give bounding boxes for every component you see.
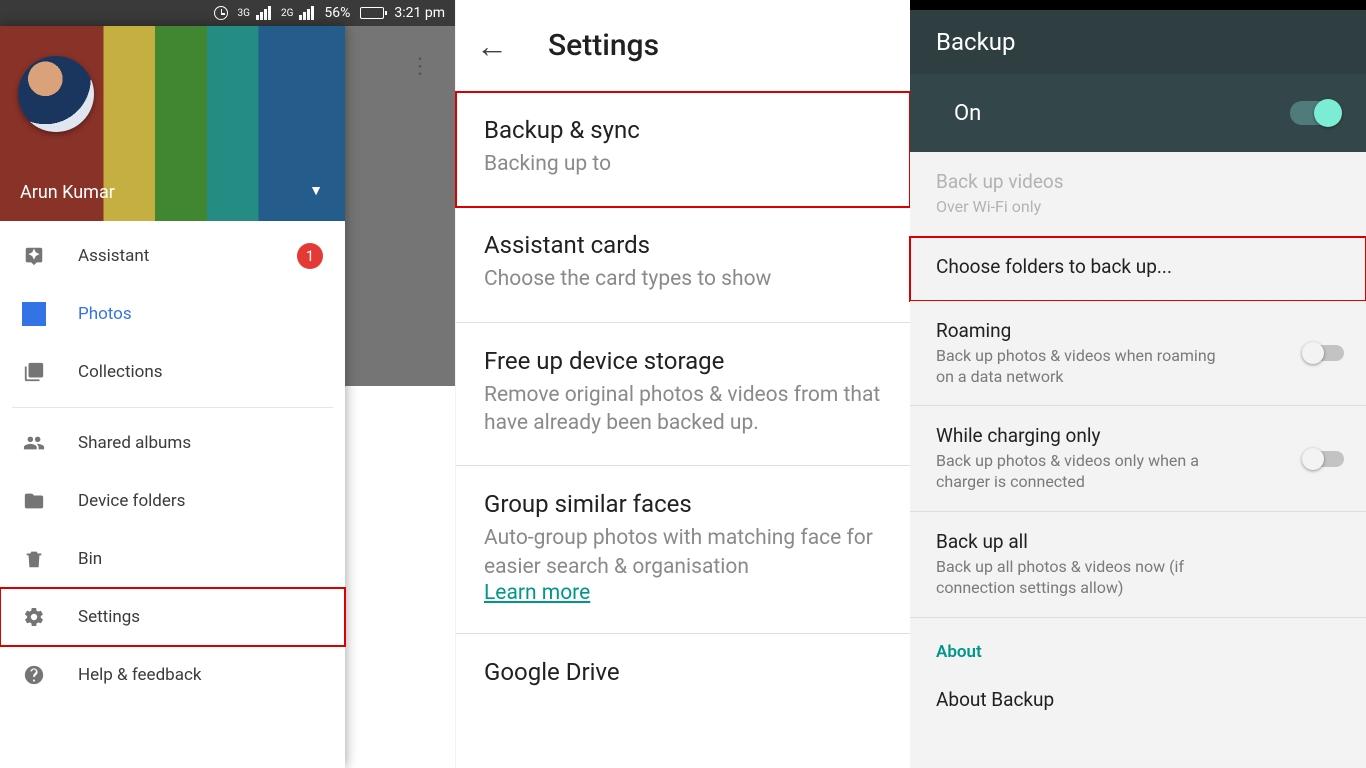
android-status-bar: 3G 2G 56% 3:21 pm [0,0,455,26]
nav-label: Shared albums [78,433,191,453]
nav-item-device-folders[interactable]: Device folders [0,472,345,530]
item-title: While charging only [936,424,1340,447]
battery-icon [360,7,384,19]
folder-icon [22,489,46,513]
switch-off[interactable] [1304,345,1344,361]
backup-item-choose-folders[interactable]: Choose folders to back up... [910,237,1366,301]
settings-item-title: Google Drive [484,658,882,686]
nav-item-collections[interactable]: Collections [0,343,345,401]
backup-about-section: About [910,618,1366,670]
settings-item-title: Backup & sync [484,116,882,144]
overflow-menu-icon[interactable]: ⋮ [409,54,431,79]
nav-label: Collections [78,362,163,382]
backup-item-charging[interactable]: While charging only Back up photos & vid… [910,406,1366,512]
network-label-2: 2G [281,8,293,19]
backup-item-roaming[interactable]: Roaming Back up photos & videos when roa… [910,301,1366,407]
screenshot-backup-settings: Backup On Back up videos Over Wi-Fi only… [910,0,1366,768]
settings-item-assistant-cards[interactable]: Assistant cards Choose the card types to… [456,207,910,322]
screenshot-settings-list: ← Settings Backup & sync Backing up to A… [455,0,910,768]
item-title: Back up videos [936,170,1340,193]
back-arrow-icon[interactable]: ← [476,27,508,65]
nav-label: Bin [78,549,102,569]
navigation-drawer: Arun Kumar ▼ Assistant 1 Photos [0,26,345,768]
item-title: About Backup [936,688,1340,711]
item-subtitle: Over Wi-Fi only [936,197,1236,218]
backup-appbar: Backup [910,10,1366,74]
settings-item-group-faces[interactable]: Group similar faces Auto-group photos wi… [456,466,910,634]
backup-item-backup-all[interactable]: Back up all Back up all photos & videos … [910,512,1366,618]
android-status-bar [910,0,1366,10]
nav-label: Assistant [78,246,149,266]
section-header: About [936,642,1340,662]
settings-item-title: Free up device storage [484,347,882,375]
nav-item-settings[interactable]: Settings [0,588,345,646]
clock-time: 3:21 pm [394,5,445,21]
nav-item-shared-albums[interactable]: Shared albums [0,414,345,472]
account-name: Arun Kumar [20,182,115,203]
page-title: Settings [548,28,659,63]
settings-item-google-drive[interactable]: Google Drive [456,634,910,720]
backup-item-about[interactable]: About Backup [910,670,1366,733]
switch-off[interactable] [1304,451,1344,467]
switch-on[interactable] [1290,101,1340,125]
nav-item-photos[interactable]: Photos [0,285,345,343]
page-title: Backup [936,28,1015,56]
settings-appbar: ← Settings [456,0,910,92]
signal-icon [256,6,271,20]
nav-separator [12,407,333,408]
settings-item-subtitle: Backing up to [484,150,882,178]
backup-master-toggle[interactable]: On [910,74,1366,152]
toggle-label: On [954,101,981,126]
nav-label: Device folders [78,491,185,511]
account-dropdown-icon[interactable]: ▼ [309,182,323,199]
settings-item-free-up-storage[interactable]: Free up device storage Remove original p… [456,323,910,467]
settings-item-subtitle: Choose the card types to show [484,265,882,293]
app-background: ⋮ [345,26,455,386]
nav-badge: 1 [297,243,323,269]
settings-item-subtitle: Remove original photos & videos from tha… [484,381,882,438]
nav-item-help[interactable]: Help & feedback [0,646,345,704]
item-title: Choose folders to back up... [936,255,1340,278]
drawer-header[interactable]: Arun Kumar ▼ [0,26,345,221]
item-subtitle: Back up photos & videos only when a char… [936,451,1236,493]
battery-percent: 56% [324,5,350,21]
nav-item-bin[interactable]: Bin [0,530,345,588]
settings-item-title: Group similar faces [484,490,882,518]
nav-label: Photos [78,304,132,324]
nav-item-assistant[interactable]: Assistant 1 [0,227,345,285]
learn-more-link[interactable]: Learn more [484,581,590,605]
drawer-nav-list: Assistant 1 Photos Collections [0,221,345,704]
trash-icon [22,547,46,571]
avatar[interactable] [18,56,94,132]
screenshot-photos-drawer: 3G 2G 56% 3:21 pm ⋮ Arun Kumar ▼ Assista… [0,0,455,768]
help-icon [22,663,46,687]
assistant-icon [22,244,46,268]
settings-item-title: Assistant cards [484,231,882,259]
nav-label: Help & feedback [78,665,201,685]
signal-icon [299,6,314,20]
gear-icon [22,605,46,629]
photos-icon [22,302,46,326]
settings-item-subtitle: Auto-group photos with matching face for… [484,524,882,581]
nav-label: Settings [78,607,140,627]
people-icon [22,431,46,455]
collections-icon [22,360,46,384]
item-title: Back up all [936,530,1340,553]
item-subtitle: Back up all photos & videos now (if conn… [936,557,1236,599]
item-subtitle: Back up photos & videos when roaming on … [936,346,1236,388]
alarm-icon [214,6,228,20]
item-title: Roaming [936,319,1340,342]
backup-item-videos[interactable]: Back up videos Over Wi-Fi only [910,152,1366,237]
settings-item-backup-sync[interactable]: Backup & sync Backing up to [456,92,910,207]
network-label-1: 3G [238,8,250,19]
